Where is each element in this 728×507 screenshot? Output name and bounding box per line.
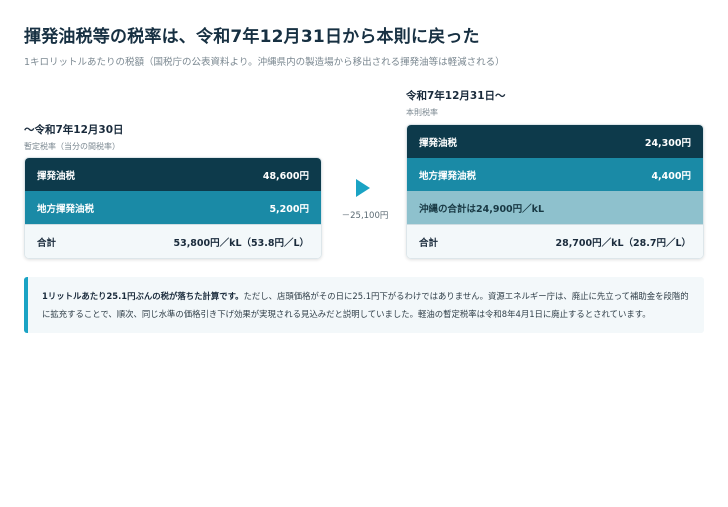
right-row-gasoline-tax: 揮発油税 24,300円	[407, 125, 703, 158]
right-row-total: 合計 28,700円／kL（28.7円／L）	[407, 224, 703, 258]
left-period-note: 暫定税率（当分の間税率）	[24, 142, 120, 151]
right-row-value: 4,400円	[651, 170, 691, 182]
left-row-value: 48,600円	[262, 170, 309, 182]
right-period-date: 令和7年12月31日〜	[406, 90, 506, 102]
left-row-label: 揮発油税	[37, 170, 76, 182]
page-title: 揮発油税等の税率は、令和7年12月31日から本則に戻った	[24, 27, 480, 47]
left-period-header: 〜令和7年12月30日 暫定税率（当分の間税率）	[24, 122, 322, 152]
right-row-label: 地方揮発油税	[419, 170, 477, 182]
right-total-value: 28,700円／kL（28.7円／L）	[555, 237, 691, 249]
left-row-value: 5,200円	[269, 203, 309, 215]
play-arrow-icon	[356, 179, 370, 197]
left-row-local-tax: 地方揮発油税 5,200円	[25, 191, 321, 224]
left-row-total: 合計 53,800円／kL（53.8円／L）	[25, 224, 321, 258]
explanation-callout: 1リットルあたり25.1円ぶんの税が落ちた計算です。ただし、店頭価格がその日に2…	[24, 277, 704, 333]
left-tax-card: 揮発油税 48,600円 地方揮発油税 5,200円 合計 53,800円／kL…	[24, 157, 322, 259]
right-period-header: 令和7年12月31日〜 本則税率	[406, 88, 704, 118]
left-row-label: 地方揮発油税	[37, 203, 95, 215]
left-row-gasoline-tax: 揮発油税 48,600円	[25, 158, 321, 191]
difference-label: －25,100円	[341, 211, 389, 221]
left-total-value: 53,800円／kL（53.8円／L）	[173, 237, 309, 249]
callout-lead: 1リットルあたり25.1円ぶんの税が落ちた計算です。	[42, 291, 244, 301]
right-row-label: 揮発油税	[419, 137, 458, 149]
right-row-local-tax: 地方揮発油税 4,400円	[407, 158, 703, 191]
right-tax-card: 揮発油税 24,300円 地方揮発油税 4,400円 沖縄の合計は24,900円…	[406, 124, 704, 259]
right-row-value: 24,300円	[644, 137, 691, 149]
right-row-okinawa: 沖縄の合計は24,900円／kL	[407, 191, 703, 224]
page-subtitle: 1キロリットルあたりの税額（国税庁の公表資料より。沖縄県内の製造場から移出される…	[24, 57, 505, 68]
right-total-label: 合計	[419, 237, 439, 249]
okinawa-note: 沖縄の合計は24,900円／kL	[419, 203, 545, 215]
right-period-note: 本則税率	[406, 108, 438, 117]
left-total-label: 合計	[37, 237, 57, 249]
left-period-date: 〜令和7年12月30日	[24, 124, 124, 136]
